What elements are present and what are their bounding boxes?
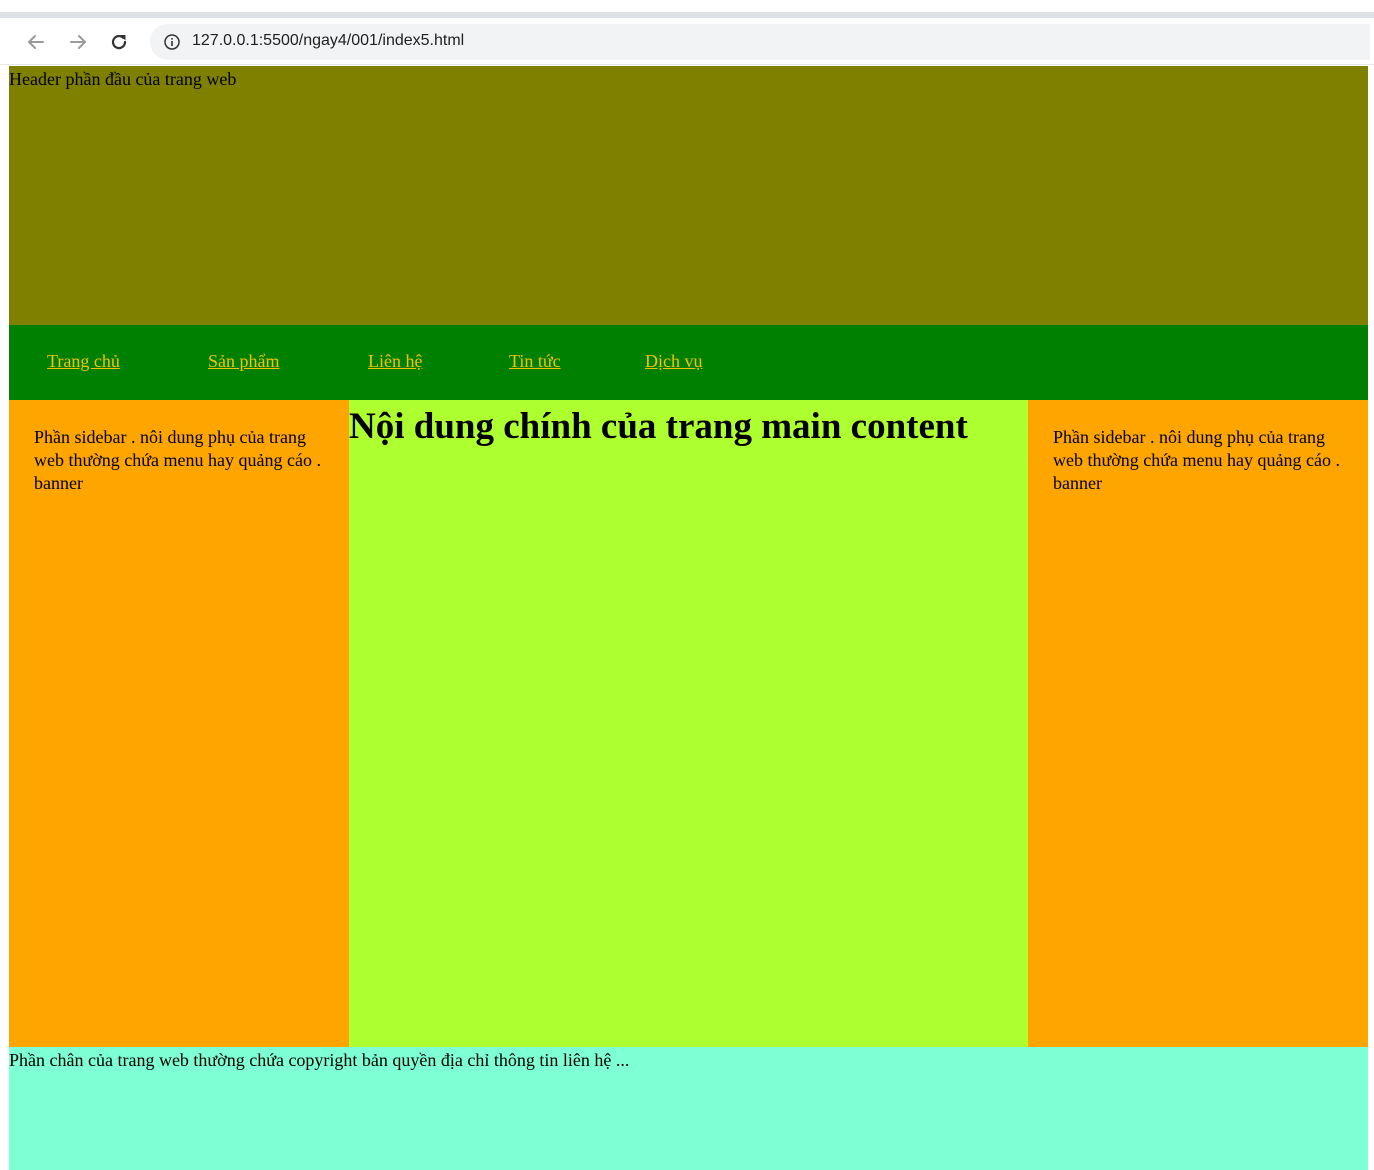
page-footer: Phần chân của trang web thường chứa copy… [9,1047,1368,1170]
scrollbar[interactable] [1368,66,1374,1170]
nav-link-trang-chu[interactable]: Trang chủ [47,351,120,372]
nav-bar: Trang chủ Sản phẩm Liên hệ Tin tức Dịch … [9,325,1368,400]
nav-link-tin-tuc[interactable]: Tin tức [509,351,561,372]
sidebar-right: Phần sidebar . nôi dung phụ của trang we… [1028,400,1368,1047]
browser-toolbar: 127.0.0.1:5500/ngay4/001/index5.html [0,18,1374,65]
sidebar-left: Phần sidebar . nôi dung phụ của trang we… [9,400,349,1047]
main-title: Nội dung chính của trang main content [349,406,968,447]
reload-button[interactable] [105,28,133,56]
nav-link-san-pham[interactable]: Sản phẩm [208,351,280,372]
web-page: Header phần đầu của trang web Trang chủ … [9,66,1368,1170]
address-bar[interactable]: 127.0.0.1:5500/ngay4/001/index5.html [150,24,1370,60]
page-header: Header phần đầu của trang web [9,66,1368,325]
reload-icon [111,35,127,50]
forward-arrow-icon [70,35,86,49]
back-button[interactable] [22,28,50,56]
info-icon[interactable] [164,34,180,50]
forward-button[interactable] [64,28,92,56]
url-text: 127.0.0.1:5500/ngay4/001/index5.html [192,32,465,49]
main-content: Nội dung chính của trang main content [349,400,1028,1047]
back-arrow-icon [28,35,44,49]
nav-link-lien-he[interactable]: Liên hệ [368,351,422,372]
nav-link-dich-vu[interactable]: Dịch vụ [645,351,703,372]
